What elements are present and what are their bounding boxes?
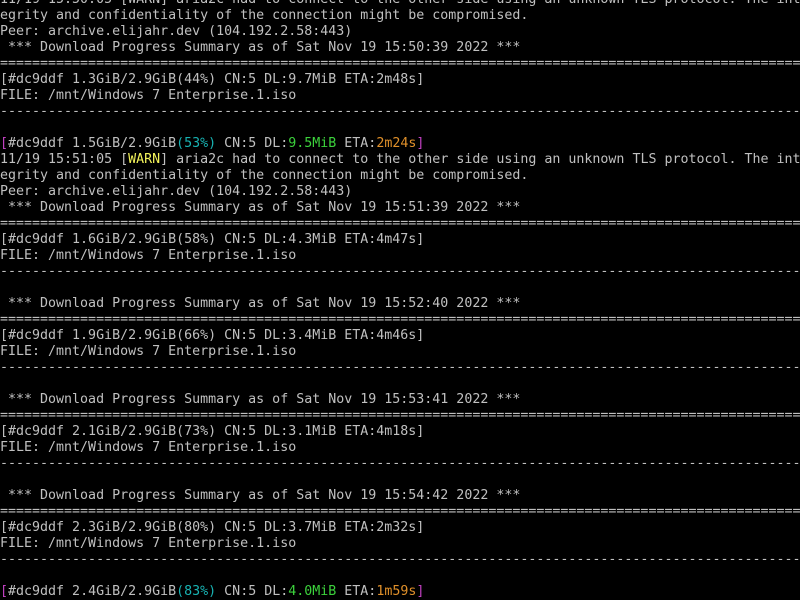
terminal-text-segment: ========================================… bbox=[0, 312, 800, 327]
terminal-text-segment: ----------------------------------------… bbox=[0, 264, 800, 279]
terminal-line: FILE: /mnt/Windows 7 Enterprise.1.iso bbox=[0, 248, 800, 264]
terminal-line: [#dc9ddf 1.5GiB/2.9GiB(53%) CN:5 DL:9.5M… bbox=[0, 136, 800, 152]
terminal-text-segment: ----------------------------------------… bbox=[0, 360, 800, 375]
terminal-text-segment: *** Download Progress Summary as of Sat … bbox=[0, 392, 521, 407]
terminal-text-segment: [#dc9ddf 1.9GiB/2.9GiB(66%) CN:5 DL:3.4M… bbox=[0, 328, 425, 343]
terminal-line: 11/19 15:50:05 [WARN] aria2c had to conn… bbox=[0, 0, 800, 8]
terminal-text-segment: *** Download Progress Summary as of Sat … bbox=[0, 488, 521, 503]
terminal-text-segment: CN:5 DL: bbox=[216, 584, 289, 599]
terminal-line: ========================================… bbox=[0, 504, 800, 520]
terminal-line: ========================================… bbox=[0, 56, 800, 72]
terminal-line: FILE: /mnt/Windows 7 Enterprise.1.iso bbox=[0, 344, 800, 360]
terminal-text-segment: #dc9ddf 2.4GiB/2.9GiB bbox=[8, 584, 177, 599]
terminal-text-segment: [ bbox=[0, 584, 9, 599]
terminal-text-segment: FILE: /mnt/Windows 7 Enterprise.1.iso bbox=[0, 440, 297, 455]
terminal-text-segment: ] aria2c had to connect to the other sid… bbox=[160, 152, 800, 167]
terminal-text-segment: *** Download Progress Summary as of Sat … bbox=[0, 200, 521, 215]
terminal-line: [#dc9ddf 1.9GiB/2.9GiB(66%) CN:5 DL:3.4M… bbox=[0, 328, 800, 344]
terminal-line: FILE: /mnt/Windows 7 Enterprise.1.iso bbox=[0, 536, 800, 552]
terminal-line: ----------------------------------------… bbox=[0, 456, 800, 472]
terminal-line: [#dc9ddf 2.4GiB/2.9GiB(83%) CN:5 DL:4.0M… bbox=[0, 584, 800, 600]
terminal-text-segment: (83%) bbox=[176, 584, 217, 599]
terminal-text-segment: 1m59s bbox=[376, 584, 417, 599]
terminal-text-segment: ----------------------------------------… bbox=[0, 552, 800, 567]
terminal-line: egrity and confidentiality of the connec… bbox=[0, 168, 800, 184]
terminal-line: ----------------------------------------… bbox=[0, 552, 800, 568]
terminal-text-segment: ========================================… bbox=[0, 216, 800, 231]
terminal-line: *** Download Progress Summary as of Sat … bbox=[0, 488, 800, 504]
terminal-line: ========================================… bbox=[0, 408, 800, 424]
terminal-text-segment: FILE: /mnt/Windows 7 Enterprise.1.iso bbox=[0, 88, 297, 103]
terminal-line: Peer: archive.elijahr.dev (104.192.2.58:… bbox=[0, 184, 800, 200]
terminal-line: ----------------------------------------… bbox=[0, 104, 800, 120]
terminal-text-segment: WARN bbox=[128, 152, 161, 167]
terminal-line: ----------------------------------------… bbox=[0, 360, 800, 376]
terminal-text-segment: ========================================… bbox=[0, 408, 800, 423]
terminal-text-segment: 2m24s bbox=[376, 136, 417, 151]
terminal-text-segment: 4.0MiB bbox=[288, 584, 337, 599]
terminal-text-segment: FILE: /mnt/Windows 7 Enterprise.1.iso bbox=[0, 248, 297, 263]
terminal-line: *** Download Progress Summary as of Sat … bbox=[0, 200, 800, 216]
terminal-text-segment: ETA: bbox=[336, 136, 377, 151]
terminal-text-segment: *** Download Progress Summary as of Sat … bbox=[0, 40, 521, 55]
terminal-text-segment: 9.5MiB bbox=[288, 136, 337, 151]
terminal-text-segment: ] bbox=[416, 136, 425, 151]
terminal-text-segment: FILE: /mnt/Windows 7 Enterprise.1.iso bbox=[0, 344, 297, 359]
terminal-text-segment: CN:5 DL: bbox=[216, 136, 289, 151]
terminal-text-segment: [#dc9ddf 1.6GiB/2.9GiB(58%) CN:5 DL:4.3M… bbox=[0, 232, 425, 247]
terminal-text-segment: 11/19 15:51:05 [ bbox=[0, 152, 129, 167]
terminal-text-segment: FILE: /mnt/Windows 7 Enterprise.1.iso bbox=[0, 536, 297, 551]
terminal-line: [#dc9ddf 1.3GiB/2.9GiB(44%) CN:5 DL:9.7M… bbox=[0, 72, 800, 88]
terminal-line: ----------------------------------------… bbox=[0, 264, 800, 280]
terminal-line: *** Download Progress Summary as of Sat … bbox=[0, 392, 800, 408]
terminal-line: [#dc9ddf 2.3GiB/2.9GiB(80%) CN:5 DL:3.7M… bbox=[0, 520, 800, 536]
terminal-text-segment: [#dc9ddf 2.3GiB/2.9GiB(80%) CN:5 DL:3.7M… bbox=[0, 520, 425, 535]
terminal-text-segment: [#dc9ddf 2.1GiB/2.9GiB(73%) CN:5 DL:3.1M… bbox=[0, 424, 425, 439]
terminal-line: *** Download Progress Summary as of Sat … bbox=[0, 40, 800, 56]
terminal-text-segment: Peer: archive.elijahr.dev (104.192.2.58:… bbox=[0, 184, 353, 199]
terminal-line: ========================================… bbox=[0, 312, 800, 328]
terminal-text-segment: [#dc9ddf 1.3GiB/2.9GiB(44%) CN:5 DL:9.7M… bbox=[0, 72, 425, 87]
terminal-text-segment: ========================================… bbox=[0, 56, 800, 71]
terminal-line: egrity and confidentiality of the connec… bbox=[0, 8, 800, 24]
terminal-window[interactable]: 11/19 15:50:05 [WARN] aria2c had to conn… bbox=[0, 0, 800, 600]
terminal-text-segment: *** Download Progress Summary as of Sat … bbox=[0, 296, 521, 311]
terminal-text-segment: [ bbox=[0, 136, 9, 151]
terminal-line: FILE: /mnt/Windows 7 Enterprise.1.iso bbox=[0, 440, 800, 456]
terminal-line: 11/19 15:51:05 [WARN] aria2c had to conn… bbox=[0, 152, 800, 168]
terminal-text-segment: egrity and confidentiality of the connec… bbox=[0, 168, 529, 183]
terminal-text-segment: ----------------------------------------… bbox=[0, 456, 800, 471]
terminal-line: ========================================… bbox=[0, 216, 800, 232]
terminal-line: Peer: archive.elijahr.dev (104.192.2.58:… bbox=[0, 24, 800, 40]
terminal-line: FILE: /mnt/Windows 7 Enterprise.1.iso bbox=[0, 88, 800, 104]
terminal-text-segment: #dc9ddf 1.5GiB/2.9GiB bbox=[8, 136, 177, 151]
terminal-line: [#dc9ddf 1.6GiB/2.9GiB(58%) CN:5 DL:4.3M… bbox=[0, 232, 800, 248]
terminal-line: *** Download Progress Summary as of Sat … bbox=[0, 296, 800, 312]
terminal-text-segment: egrity and confidentiality of the connec… bbox=[0, 8, 529, 23]
terminal-text-segment: ] bbox=[416, 584, 425, 599]
terminal-text-segment: ========================================… bbox=[0, 504, 800, 519]
terminal-text-segment: ETA: bbox=[336, 584, 377, 599]
terminal-text-segment: ----------------------------------------… bbox=[0, 104, 800, 119]
terminal-text-segment: (53%) bbox=[176, 136, 217, 151]
terminal-text-segment: 11/19 15:50:05 [WARN] aria2c had to conn… bbox=[0, 0, 800, 7]
terminal-text-segment: Peer: archive.elijahr.dev (104.192.2.58:… bbox=[0, 24, 353, 39]
terminal-line: [#dc9ddf 2.1GiB/2.9GiB(73%) CN:5 DL:3.1M… bbox=[0, 424, 800, 440]
